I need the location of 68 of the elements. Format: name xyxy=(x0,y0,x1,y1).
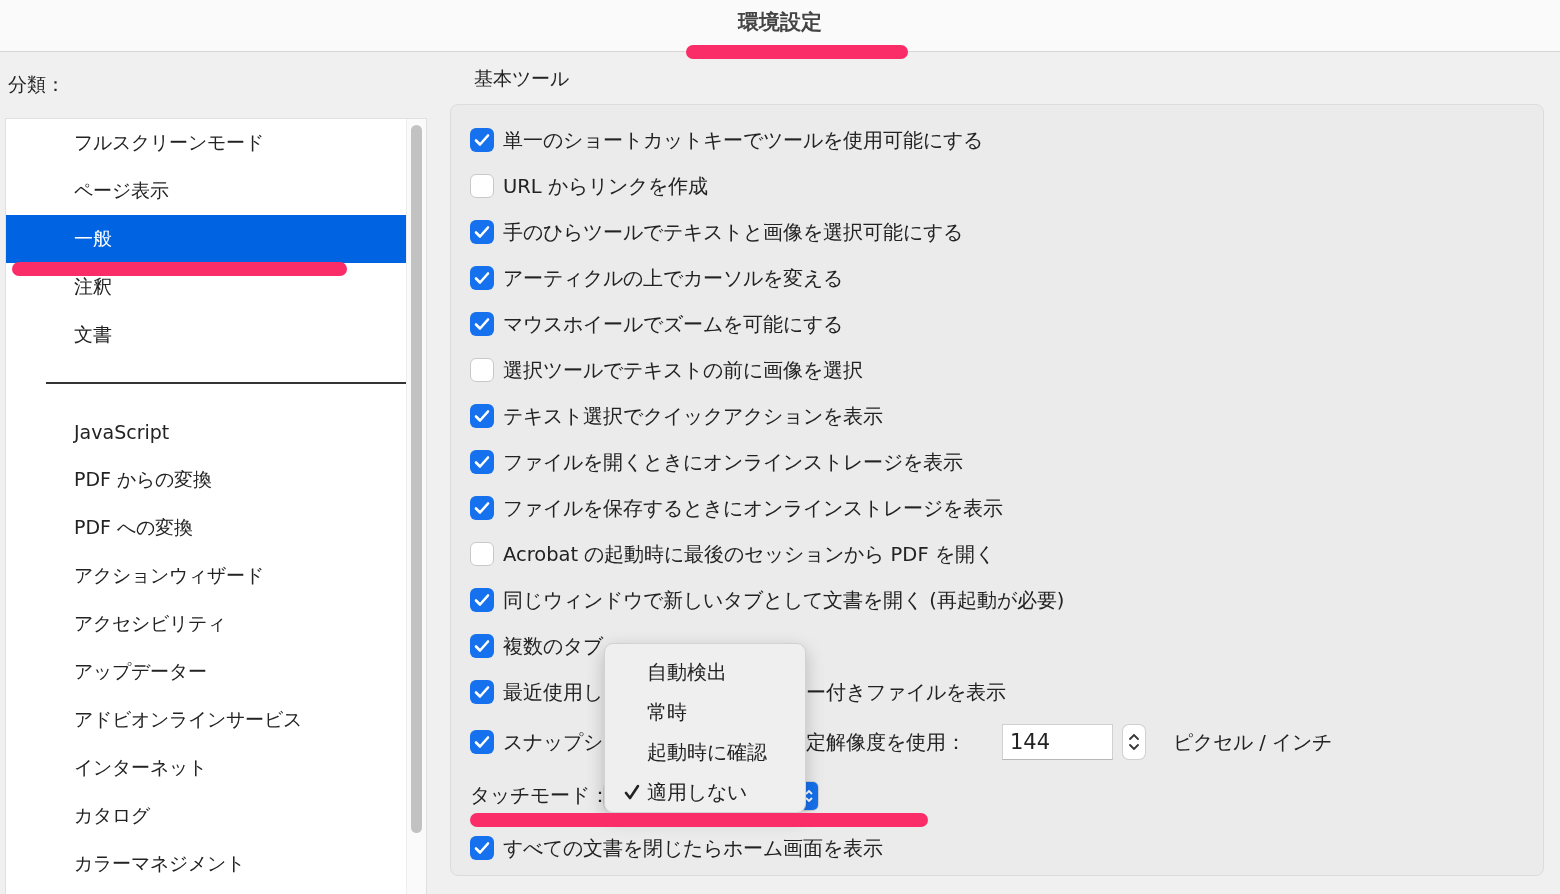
option-label: 複数のタブ xyxy=(503,633,603,660)
check-icon xyxy=(474,317,490,331)
option-label: 単一のショートカットキーでツールを使用可能にする xyxy=(503,127,983,154)
category-item[interactable]: JavaScript xyxy=(6,408,407,456)
menu-item[interactable]: 自動検出 xyxy=(605,653,805,693)
option-label: URL からリンクを作成 xyxy=(503,173,708,200)
option-label: Acrobat の起動時に最後のセッションから PDF を開く xyxy=(503,541,995,568)
option-label: 定解像度を使用： xyxy=(806,729,966,756)
checkbox[interactable] xyxy=(470,730,494,754)
unit-label: ピクセル / インチ xyxy=(1173,729,1332,756)
checkbox[interactable] xyxy=(470,680,494,704)
checkbox[interactable] xyxy=(470,588,494,612)
category-item[interactable]: 一般 xyxy=(6,215,407,263)
option-label: ファイルを保存するときにオンラインストレージを表示 xyxy=(503,495,1003,522)
checkbox[interactable] xyxy=(470,358,494,382)
option-label: 選択ツールでテキストの前に画像を選択 xyxy=(503,357,863,384)
window-title: 環境設定 xyxy=(738,9,822,36)
option-label: 最近使用し xyxy=(503,679,603,706)
category-item[interactable]: アクセシビリティ xyxy=(6,600,407,648)
checkbox[interactable] xyxy=(470,496,494,520)
option-label: スナップシ xyxy=(503,729,603,756)
option-label: ー付きファイルを表示 xyxy=(806,679,1006,706)
checkbox[interactable] xyxy=(470,542,494,566)
section-title: 基本ツール xyxy=(473,66,570,91)
check-icon xyxy=(474,271,490,285)
menu-item[interactable]: 起動時に確認 xyxy=(605,732,805,773)
checkbox[interactable] xyxy=(470,450,494,474)
checkbox[interactable] xyxy=(470,220,494,244)
category-item[interactable]: アクションウィザード xyxy=(6,552,407,600)
check-icon xyxy=(474,841,490,855)
check-icon xyxy=(474,593,490,607)
check-icon xyxy=(474,225,490,239)
checkbox[interactable] xyxy=(470,128,494,152)
category-item[interactable]: PDF からの変換 xyxy=(6,456,407,504)
category-item[interactable]: フルスクリーンモード xyxy=(6,119,407,167)
check-icon xyxy=(474,409,490,423)
check-icon xyxy=(474,501,490,515)
category-item[interactable]: カラーマネジメント xyxy=(6,840,407,888)
check-icon xyxy=(474,133,490,147)
option-label: ファイルを開くときにオンラインストレージを表示 xyxy=(503,449,963,476)
resolution-field[interactable]: 144 xyxy=(1002,724,1113,760)
checkbox[interactable] xyxy=(470,634,494,658)
option-label: テキスト選択でクイックアクションを表示 xyxy=(503,403,883,430)
checkbox[interactable] xyxy=(470,404,494,428)
category-item[interactable]: インターネット xyxy=(6,744,407,792)
menu-item[interactable]: 常時 xyxy=(605,692,805,733)
checkbox[interactable] xyxy=(470,312,494,336)
option-label: マウスホイールでズームを可能にする xyxy=(503,311,843,338)
category-item[interactable]: PDF への変換 xyxy=(6,504,407,552)
category-item[interactable]: アップデーター xyxy=(6,648,407,696)
checkbox[interactable] xyxy=(470,836,494,860)
check-icon xyxy=(474,639,490,653)
category-item[interactable]: ページ表示 xyxy=(6,167,407,215)
category-item[interactable]: 文書 xyxy=(6,311,407,359)
option-label: アーティクルの上でカーソルを変える xyxy=(503,265,843,292)
category-label: 分類： xyxy=(7,72,66,97)
check-icon xyxy=(474,455,490,469)
option-label: すべての文書を閉じたらホーム画面を表示 xyxy=(503,835,883,862)
stepper-icon[interactable] xyxy=(1123,725,1145,759)
checkbox[interactable] xyxy=(470,266,494,290)
check-icon xyxy=(474,685,490,699)
scrollbar-thumb[interactable] xyxy=(411,125,422,833)
checkbox[interactable] xyxy=(470,174,494,198)
check-icon xyxy=(474,735,490,749)
category-item[interactable]: アドビオンラインサービス xyxy=(6,696,407,744)
option-label: 同じウィンドウで新しいタブとして文書を開く (再起動が必要) xyxy=(503,587,1065,614)
category-item[interactable]: カタログ xyxy=(6,792,407,840)
option-label: 手のひらツールでテキストと画像を選択可能にする xyxy=(503,219,963,246)
